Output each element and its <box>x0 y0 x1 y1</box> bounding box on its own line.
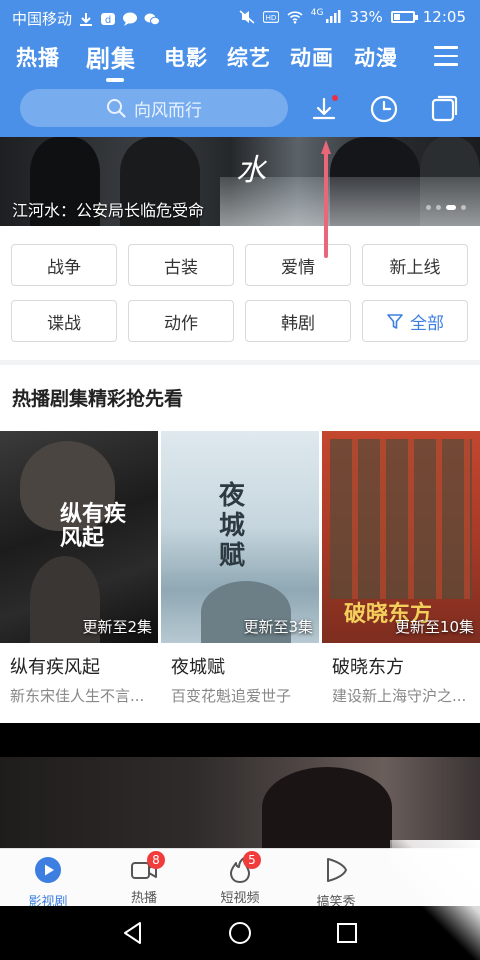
genre-korean[interactable]: 韩剧 <box>245 300 351 342</box>
nav-item-funny[interactable]: 搞笑秀 <box>301 855 371 910</box>
notification-badge: 5 <box>243 851 261 869</box>
signal-icon <box>326 10 341 23</box>
genre-war[interactable]: 战争 <box>11 244 117 286</box>
genre-romance[interactable]: 爱情 <box>245 244 351 286</box>
clock: 12:05 <box>422 8 466 26</box>
series-title: 纵有疾风起 <box>10 657 100 678</box>
search-icon <box>107 99 126 118</box>
network-type-label: 4G <box>310 8 324 18</box>
genre-action[interactable]: 动作 <box>128 300 234 342</box>
series-poster: 夜城赋 更新至3集 <box>161 431 319 643</box>
tab-movies[interactable]: 电影 <box>164 42 208 72</box>
filter-icon <box>387 314 403 329</box>
tab-anime[interactable]: 动漫 <box>354 42 398 72</box>
notification-badge: 8 <box>147 851 165 869</box>
series-title: 破晓东方 <box>332 657 404 678</box>
window-icon[interactable] <box>429 94 459 124</box>
banner-title-art: 水 <box>236 153 266 188</box>
wifi-icon <box>287 11 303 24</box>
back-icon[interactable] <box>120 920 146 946</box>
download-notification-icon <box>80 12 93 26</box>
active-tab-indicator <box>106 78 124 82</box>
recents-icon[interactable] <box>334 920 360 946</box>
series-subtitle: 百变花魁追爱世子 <box>171 687 292 705</box>
fire-icon: 5 <box>225 851 261 885</box>
genre-spy[interactable]: 谍战 <box>11 300 117 342</box>
menu-icon[interactable] <box>434 46 458 66</box>
search-placeholder: 向风而行 <box>134 100 202 121</box>
history-icon[interactable] <box>369 94 399 124</box>
tab-series[interactable]: 剧集 <box>86 39 136 74</box>
video-figure <box>262 767 392 848</box>
episode-badge: 更新至10集 <box>394 618 474 636</box>
search-bar[interactable]: 向风而行 <box>20 89 288 127</box>
annotation-arrow-icon <box>321 140 331 258</box>
status-bar: 中国移动 d HD 4G 33% 12:05 <box>0 0 480 34</box>
series-subtitle: 建设新上海守沪之... <box>332 687 467 705</box>
genre-all-button[interactable]: 全部 <box>362 300 468 342</box>
series-card[interactable]: 夜城赋 更新至3集 夜城赋 百变花魁追爱世子 <box>161 431 319 706</box>
video-thumbnail <box>0 757 480 848</box>
genre-costume[interactable]: 古装 <box>128 244 234 286</box>
hd-icon: HD <box>262 11 279 23</box>
series-subtitle: 新东宋佳人生不言... <box>10 687 145 705</box>
nav-item-dramas[interactable]: 影视剧 <box>13 855 83 910</box>
system-navigation-bar <box>0 906 480 960</box>
video-preview[interactable] <box>0 723 480 848</box>
tab-hot[interactable]: 热播 <box>16 42 60 72</box>
mute-icon <box>239 10 255 24</box>
nav-item-short-video[interactable]: 5 短视频 <box>205 851 275 906</box>
download-icon[interactable] <box>309 94 339 124</box>
svg-text:HD: HD <box>265 13 276 22</box>
nav-item-hot[interactable]: 8 热播 <box>109 851 179 906</box>
status-left: 中国移动 d <box>12 8 161 29</box>
genre-new[interactable]: 新上线 <box>362 244 468 286</box>
message-notification-icon <box>123 12 138 26</box>
category-tabs: 热播 剧集 电影 综艺 动画 动漫 <box>0 38 480 82</box>
series-title: 夜城赋 <box>171 657 225 678</box>
series-poster: 纵有疾风起 更新至2集 <box>0 431 158 643</box>
bottom-navigation: 影视剧 8 热播 5 短视频 搞笑秀 <box>0 848 480 910</box>
home-icon[interactable] <box>227 920 253 946</box>
banner-pagination <box>426 205 466 210</box>
video-top-bar <box>0 723 480 757</box>
carrier-label: 中国移动 <box>12 10 73 28</box>
status-right: HD 4G 33% 12:05 <box>239 8 466 26</box>
tab-animation[interactable]: 动画 <box>290 42 334 72</box>
genre-all-label: 全部 <box>410 313 444 334</box>
wechat-notification-icon <box>144 13 161 25</box>
episode-badge: 更新至3集 <box>243 618 313 636</box>
svg-text:d: d <box>105 15 111 26</box>
episode-badge: 更新至2集 <box>82 618 152 636</box>
hot-series-section: 热播剧集精彩抢先看 纵有疾风起 更新至2集 纵有疾风起 新东宋佳人生不言... … <box>0 365 480 723</box>
banner-caption: 江河水：公安局长临危受命 <box>12 201 205 220</box>
section-title: 热播剧集精彩抢先看 <box>12 388 184 410</box>
top-header: 中国移动 d HD 4G 33% 12:05 热播 剧集 电影 综艺 动画 动漫… <box>0 0 480 137</box>
battery-percent: 33% <box>349 8 383 26</box>
tab-variety[interactable]: 综艺 <box>227 42 271 72</box>
video-camera-icon: 8 <box>129 851 165 885</box>
series-card[interactable]: 纵有疾风起 更新至2集 纵有疾风起 新东宋佳人生不言... <box>0 431 158 706</box>
series-card[interactable]: 破晓东方 更新至10集 破晓东方 建设新上海守沪之... <box>322 431 480 706</box>
genre-filter-grid: 战争 古装 爱情 新上线 谍战 动作 韩剧 全部 <box>0 226 480 360</box>
poster-title-art: 纵有疾风起 <box>60 502 127 551</box>
play-bubble-icon <box>327 858 347 882</box>
series-poster: 破晓东方 更新至10集 <box>322 431 480 643</box>
poster-title-art: 夜城赋 <box>219 481 246 571</box>
play-circle-icon <box>35 857 61 883</box>
poster-ensemble <box>330 439 472 599</box>
battery-icon <box>390 11 418 23</box>
app-notification-icon: d <box>101 12 116 26</box>
nav-label: 短视频 <box>220 891 260 906</box>
nav-label: 热播 <box>130 891 157 906</box>
hero-banner[interactable]: 水 江河水：公安局长临危受命 <box>0 137 480 226</box>
